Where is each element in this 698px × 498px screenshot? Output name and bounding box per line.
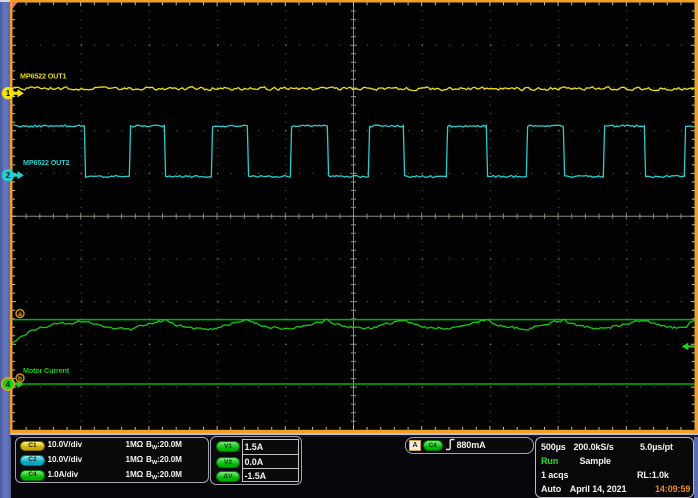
svg-text:4: 4 [6,380,11,389]
svg-text:MP6522 OUT1: MP6522 OUT1 [20,71,66,80]
svg-text:1: 1 [6,89,11,98]
svg-text:b: b [18,375,22,382]
svg-text:MP6522 OUT2: MP6522 OUT2 [23,158,69,167]
svg-text:Motor Current: Motor Current [23,366,70,375]
svg-text:2: 2 [6,171,11,180]
svg-text:a: a [18,311,22,318]
